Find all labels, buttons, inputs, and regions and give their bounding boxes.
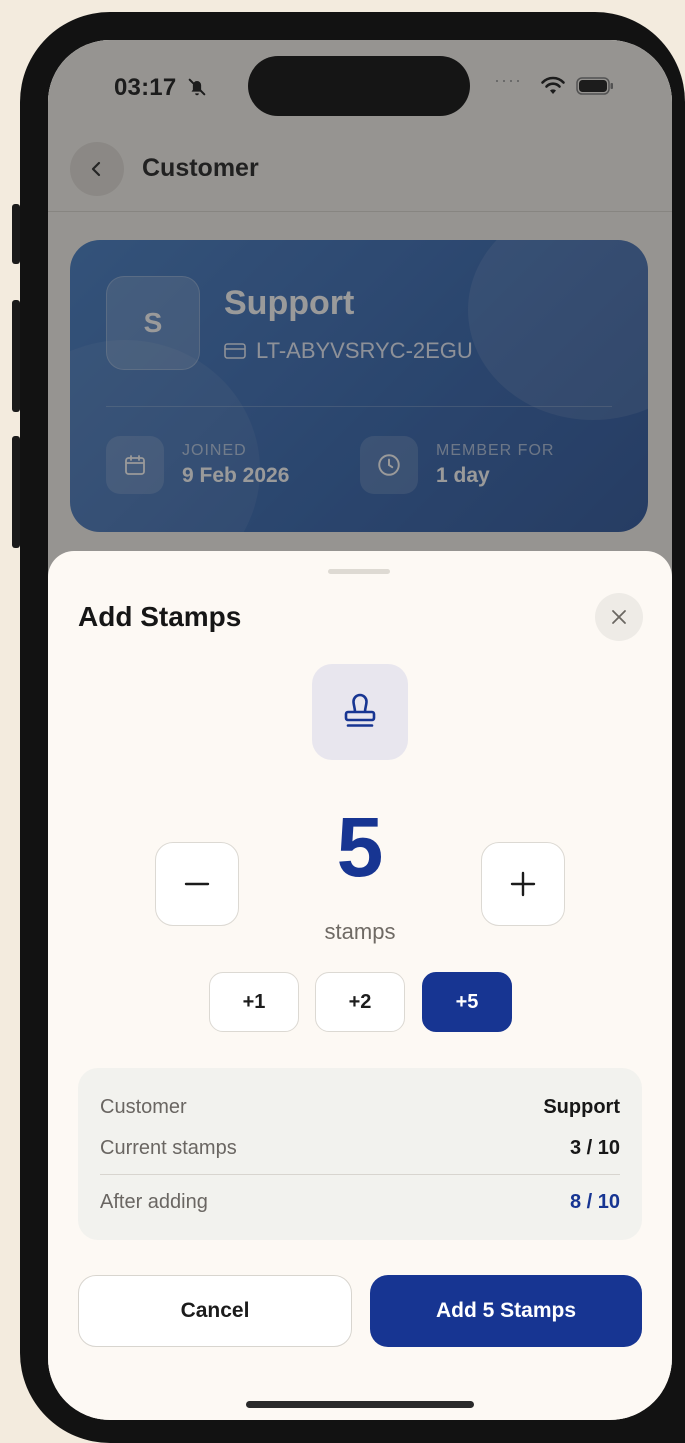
stamp-count: 5: [336, 800, 384, 894]
summary-label: Current stamps: [100, 1137, 237, 1159]
silent-switch: [12, 204, 20, 264]
stamp-icon: [344, 693, 376, 727]
sheet-title: Add Stamps: [78, 601, 242, 632]
summary-value: 3 / 10: [569, 1137, 620, 1159]
sheet-grabber[interactable]: [328, 569, 390, 574]
cancel-button[interactable]: Cancel: [78, 1275, 352, 1347]
summary-divider: [100, 1174, 620, 1175]
plus-icon: [510, 871, 536, 897]
summary-row-customer: Customer Support: [100, 1096, 620, 1119]
screen: 03:17 ···· Customer S Support LT-ABYVSRY…: [48, 40, 672, 1420]
summary-value: 8 / 10: [569, 1191, 620, 1213]
stamp-summary: Customer Support Current stamps 3 / 10 A…: [78, 1068, 642, 1240]
quick-add-chip-2[interactable]: +2: [315, 972, 405, 1032]
summary-row-current: Current stamps 3 / 10: [100, 1137, 620, 1160]
add-stamps-sheet: Add Stamps 5 stamps +1 +2 +5 Customer Su…: [48, 551, 672, 1420]
quick-add-chip-5[interactable]: +5: [422, 972, 512, 1032]
minus-icon: [184, 882, 210, 886]
close-button[interactable]: [595, 593, 643, 641]
summary-value: Support: [543, 1096, 620, 1118]
summary-row-after: After adding 8 / 10: [100, 1191, 620, 1214]
volume-up-button: [12, 300, 20, 412]
volume-down-button: [12, 436, 20, 548]
stamp-icon-tile: [312, 664, 408, 760]
decrement-button[interactable]: [155, 842, 239, 926]
close-icon: [612, 610, 626, 624]
increment-button[interactable]: [481, 842, 565, 926]
home-indicator[interactable]: [246, 1401, 474, 1408]
summary-label: After adding: [100, 1191, 208, 1213]
add-stamps-button[interactable]: Add 5 Stamps: [370, 1275, 642, 1347]
quick-add-chip-1[interactable]: +1: [209, 972, 299, 1032]
summary-label: Customer: [100, 1096, 187, 1118]
stamp-count-unit: stamps: [324, 919, 396, 944]
